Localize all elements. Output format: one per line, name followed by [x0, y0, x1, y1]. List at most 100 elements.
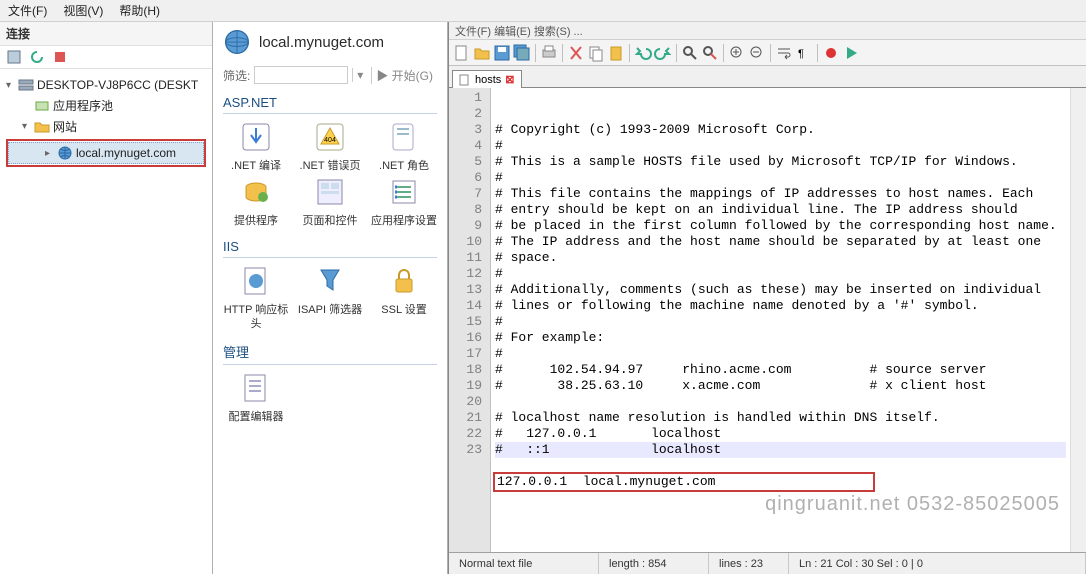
- menu-view[interactable]: 视图(V): [55, 0, 111, 21]
- code-line[interactable]: # Additionally, comments (such as these)…: [495, 282, 1066, 298]
- code-line[interactable]: # Copyright (c) 1993-2009 Microsoft Corp…: [495, 122, 1066, 138]
- code-line[interactable]: #: [495, 346, 1066, 362]
- wordwrap-icon[interactable]: [775, 44, 793, 62]
- page-title-text: local.mynuget.com: [259, 34, 384, 51]
- connections-toolbar[interactable]: [0, 46, 212, 69]
- connections-tree[interactable]: ▾ DESKTOP-VJ8P6CC (DESKT 应用程序池 ▾ 网站 ▸ l: [0, 69, 212, 175]
- file-icon: [459, 74, 471, 86]
- editor-area[interactable]: 1234567891011121314151617181920212223 # …: [449, 88, 1086, 552]
- tree-server-label: DESKTOP-VJ8P6CC (DESKT: [37, 78, 198, 92]
- code-line[interactable]: # This file contains the mappings of IP …: [495, 186, 1066, 202]
- svg-text:¶: ¶: [798, 48, 804, 60]
- filter-dropdown-icon[interactable]: ▾: [352, 68, 367, 82]
- code-line[interactable]: [495, 394, 1066, 410]
- redo-icon[interactable]: [654, 44, 672, 62]
- filter-start-button[interactable]: ▶ 开始(G): [371, 67, 437, 84]
- filter-input[interactable]: [254, 66, 348, 84]
- feature-net-compile[interactable]: .NET 编译: [223, 120, 289, 173]
- stop-icon[interactable]: [52, 49, 68, 65]
- tree-sites-label: 网站: [53, 118, 77, 135]
- tree-apppools[interactable]: 应用程序池: [2, 95, 210, 116]
- feature-pages-controls[interactable]: 页面和控件: [297, 175, 363, 228]
- aspnet-grid: .NET 编译 404.NET 错误页 .NET 角色 提供程序 页面和控件 应…: [223, 120, 437, 228]
- np-tabs[interactable]: hosts ⊠: [449, 66, 1086, 88]
- title-globe-icon: [223, 28, 251, 56]
- np-tab-hosts[interactable]: hosts ⊠: [452, 70, 522, 88]
- feature-net-errorpages[interactable]: 404.NET 错误页: [297, 120, 363, 173]
- tree-server-node[interactable]: ▾ DESKTOP-VJ8P6CC (DESKT: [2, 75, 210, 95]
- site-globe-icon: [57, 145, 73, 161]
- tree-site-localmynuget[interactable]: ▸ local.mynuget.com: [8, 142, 204, 164]
- np-toolbar[interactable]: ¶: [449, 40, 1086, 66]
- code-line[interactable]: # lines or following the machine name de…: [495, 298, 1066, 314]
- filter-label: 筛选:: [223, 67, 250, 84]
- undo-icon[interactable]: [634, 44, 652, 62]
- expand-icon[interactable]: ▾: [22, 121, 34, 132]
- code-line[interactable]: 127.0.0.1 local.mynuget.com: [495, 474, 1066, 490]
- code-line[interactable]: # space.: [495, 250, 1066, 266]
- print-icon[interactable]: [540, 44, 558, 62]
- open-file-icon[interactable]: [473, 44, 491, 62]
- menu-help[interactable]: 帮助(H): [111, 0, 168, 21]
- close-tab-icon[interactable]: ⊠: [505, 73, 514, 86]
- feature-isapi-filters[interactable]: ISAPI 筛选器: [297, 264, 363, 330]
- expand-icon[interactable]: ▾: [6, 80, 18, 91]
- feature-app-settings[interactable]: 应用程序设置: [371, 175, 437, 228]
- feature-config-editor[interactable]: 配置编辑器: [223, 371, 289, 424]
- show-all-chars-icon[interactable]: ¶: [795, 44, 813, 62]
- code-line[interactable]: #: [495, 314, 1066, 330]
- filter-row: 筛选: ▾ ▶ 开始(G): [223, 66, 437, 84]
- menu-file[interactable]: 文件(F): [0, 0, 55, 21]
- find-icon[interactable]: [681, 44, 699, 62]
- code-line[interactable]: #: [495, 266, 1066, 282]
- features-panel: local.mynuget.com 筛选: ▾ ▶ 开始(G) ASP.NET …: [213, 22, 448, 574]
- status-length: length : 854: [599, 553, 709, 574]
- code-line[interactable]: # For example:: [495, 330, 1066, 346]
- status-lines: lines : 23: [709, 553, 789, 574]
- connect-icon[interactable]: [6, 49, 22, 65]
- cut-icon[interactable]: [567, 44, 585, 62]
- tree-apppools-label: 应用程序池: [53, 97, 113, 114]
- code-line[interactable]: # entry should be kept on an individual …: [495, 202, 1066, 218]
- zoom-out-icon[interactable]: [748, 44, 766, 62]
- macro-record-icon[interactable]: [822, 44, 840, 62]
- section-mgmt: 管理: [223, 339, 437, 364]
- iis-grid: HTTP 响应标头 ISAPI 筛选器 SSL 设置: [223, 264, 437, 330]
- np-statusbar: Normal text file length : 854 lines : 23…: [449, 552, 1086, 574]
- save-icon[interactable]: [493, 44, 511, 62]
- new-file-icon[interactable]: [453, 44, 471, 62]
- code-line[interactable]: #: [495, 138, 1066, 154]
- zoom-in-icon[interactable]: [728, 44, 746, 62]
- tree-site-redbox: ▸ local.mynuget.com: [6, 139, 206, 167]
- code-line[interactable]: # localhost name resolution is handled w…: [495, 410, 1066, 426]
- code-line[interactable]: # be placed in the first column followed…: [495, 218, 1066, 234]
- code-line[interactable]: # ::1 localhost: [495, 442, 1066, 458]
- feature-net-roles[interactable]: .NET 角色: [371, 120, 437, 173]
- status-mode: Normal text file: [449, 553, 599, 574]
- sites-folder-icon: [34, 119, 50, 135]
- refresh-icon[interactable]: [29, 49, 45, 65]
- tree-sites[interactable]: ▾ 网站: [2, 116, 210, 137]
- line-gutter: 1234567891011121314151617181920212223: [449, 88, 491, 552]
- watermark: qingruanit.net 0532-85025005: [765, 496, 1060, 512]
- expand-icon[interactable]: ▸: [45, 148, 57, 159]
- feature-http-headers[interactable]: HTTP 响应标头: [223, 264, 289, 330]
- np-menubar[interactable]: 文件(F) 编辑(E) 搜索(S) ...: [449, 22, 1086, 40]
- replace-icon[interactable]: [701, 44, 719, 62]
- code-line[interactable]: # 102.54.94.97 rhino.acme.com # source s…: [495, 362, 1066, 378]
- iis-menubar[interactable]: 文件(F) 视图(V) 帮助(H): [0, 0, 1086, 22]
- feature-providers[interactable]: 提供程序: [223, 175, 289, 228]
- feature-ssl-settings[interactable]: SSL 设置: [371, 264, 437, 330]
- code-line[interactable]: # The IP address and the host name shoul…: [495, 234, 1066, 250]
- macro-play-icon[interactable]: [842, 44, 860, 62]
- copy-icon[interactable]: [587, 44, 605, 62]
- svg-text:404: 404: [324, 137, 336, 144]
- code-area[interactable]: # Copyright (c) 1993-2009 Microsoft Corp…: [491, 88, 1070, 552]
- code-line[interactable]: # 38.25.63.10 x.acme.com # x client host: [495, 378, 1066, 394]
- paste-icon[interactable]: [607, 44, 625, 62]
- code-line[interactable]: #: [495, 170, 1066, 186]
- save-all-icon[interactable]: [513, 44, 531, 62]
- code-line[interactable]: # 127.0.0.1 localhost: [495, 426, 1066, 442]
- vertical-scrollbar[interactable]: [1070, 88, 1086, 552]
- code-line[interactable]: # This is a sample HOSTS file used by Mi…: [495, 154, 1066, 170]
